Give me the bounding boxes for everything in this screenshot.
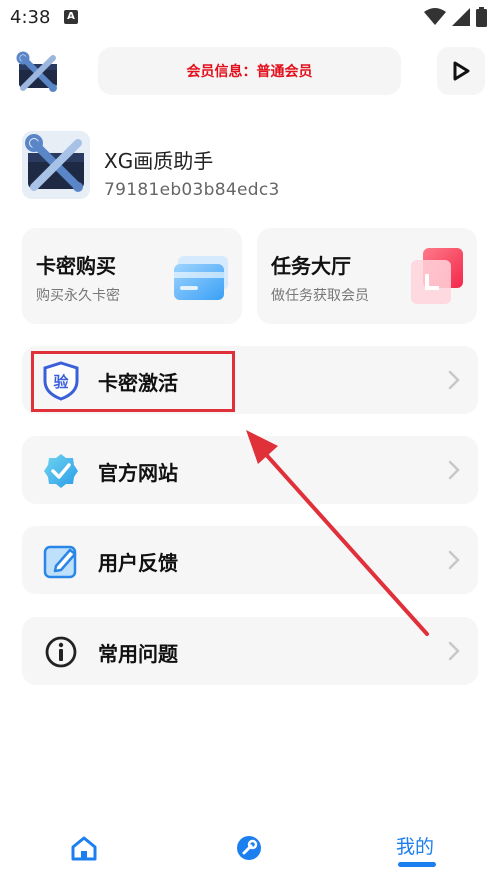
nav-active-indicator bbox=[398, 862, 436, 867]
bottom-nav: 我的 bbox=[0, 818, 499, 888]
home-icon bbox=[71, 836, 97, 861]
annotation-arrow bbox=[246, 430, 429, 636]
nav-tools[interactable] bbox=[229, 828, 269, 868]
nav-home[interactable] bbox=[64, 828, 104, 868]
nav-mine-label: 我的 bbox=[396, 836, 435, 858]
wrench-icon bbox=[237, 836, 261, 860]
